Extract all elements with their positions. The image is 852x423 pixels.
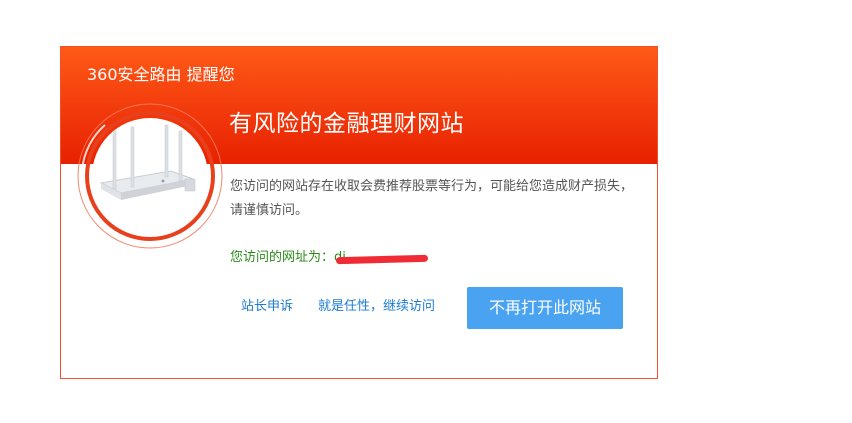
visited-url-label: 您访问的网址为： (230, 250, 335, 265)
redaction-mark (335, 254, 429, 265)
warning-message: 您访问的网站存在收取会费推荐股票等行为，可能给您造成财产损失，请谨慎访问。 (230, 179, 634, 218)
risk-title: 有风险的金融理财网站 (229, 111, 464, 137)
visited-url-row: 您访问的网址为：di (230, 248, 429, 268)
never-open-site-button[interactable]: 不再打开此网站 (467, 287, 623, 329)
continue-visit-link[interactable]: 就是任性，继续访问 (318, 297, 435, 317)
visited-url-value: di (334, 248, 429, 268)
router-icon (75, 101, 225, 251)
brand-title: 360安全路由 提醒您 (87, 65, 235, 84)
webmaster-appeal-link[interactable]: 站长申诉 (241, 297, 293, 317)
risk-warning-dialog: 360安全路由 提醒您 有风险的金融理财网站 您访问的网站存在收取会费推荐股票等… (60, 46, 658, 379)
